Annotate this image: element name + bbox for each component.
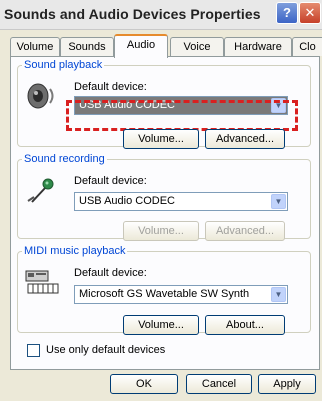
midi-about-button[interactable]: About...: [205, 315, 285, 335]
chevron-down-icon[interactable]: ▼: [271, 287, 286, 302]
playback-advanced-button[interactable]: Advanced...: [205, 129, 285, 149]
help-icon[interactable]: ?: [276, 2, 298, 24]
tab-sounds[interactable]: Sounds: [60, 37, 114, 56]
tab-volume[interactable]: Volume: [10, 37, 60, 56]
midi-default-label: Default device:: [74, 267, 147, 279]
window-title: Sounds and Audio Devices Properties: [4, 6, 261, 22]
recording-advanced-button[interactable]: Advanced...: [205, 221, 285, 241]
use-default-devices-checkbox[interactable]: [27, 344, 40, 357]
close-icon[interactable]: ✕: [299, 2, 321, 24]
recording-device-select[interactable]: USB Audio CODEC ▼: [74, 192, 288, 211]
recording-default-label: Default device:: [74, 175, 147, 187]
midi-playback-group: MIDI music playback Default device: Micr…: [17, 245, 311, 335]
midi-device-select[interactable]: Microsoft GS Wavetable SW Synth ▼: [74, 285, 288, 304]
tab-voice[interactable]: Voice: [170, 37, 224, 56]
title-bar[interactable]: Sounds and Audio Devices Properties ? ✕: [0, 0, 322, 30]
use-default-devices-label[interactable]: Use only default devices: [46, 344, 165, 356]
apply-button[interactable]: Apply: [258, 374, 316, 394]
tab-audio[interactable]: Audio: [114, 34, 168, 58]
tab-strip: Volume Sounds Audio Voice Hardware Clo: [4, 34, 322, 58]
sound-recording-group: Sound recording Default device: USB Audi…: [17, 153, 311, 241]
chevron-down-icon[interactable]: ▼: [271, 194, 286, 209]
highlight-annotation: [66, 100, 298, 131]
tab-hardware[interactable]: Hardware: [224, 37, 292, 56]
sound-playback-group: Sound playback Default device: USB Audio…: [17, 59, 311, 149]
speaker-icon: [27, 83, 54, 109]
midi-playback-title: MIDI music playback: [24, 245, 126, 257]
properties-dialog: Sounds and Audio Devices Properties ? ✕ …: [0, 0, 322, 401]
microphone-icon: [27, 178, 54, 203]
midi-keyboard-icon: [25, 270, 59, 294]
midi-device-value: Microsoft GS Wavetable SW Synth: [79, 288, 250, 300]
sound-playback-title: Sound playback: [24, 59, 103, 71]
tab-cut-off[interactable]: Clo: [292, 37, 322, 56]
cancel-button[interactable]: Cancel: [186, 374, 252, 394]
midi-volume-button[interactable]: Volume...: [123, 315, 199, 335]
playback-volume-button[interactable]: Volume...: [123, 129, 199, 149]
recording-device-value: USB Audio CODEC: [79, 195, 175, 207]
playback-default-label: Default device:: [74, 81, 147, 93]
recording-volume-button[interactable]: Volume...: [123, 221, 199, 241]
audio-tab-panel: Sound playback Default device: USB Audio…: [10, 56, 320, 370]
sound-recording-title: Sound recording: [24, 153, 105, 165]
ok-button[interactable]: OK: [110, 374, 178, 394]
